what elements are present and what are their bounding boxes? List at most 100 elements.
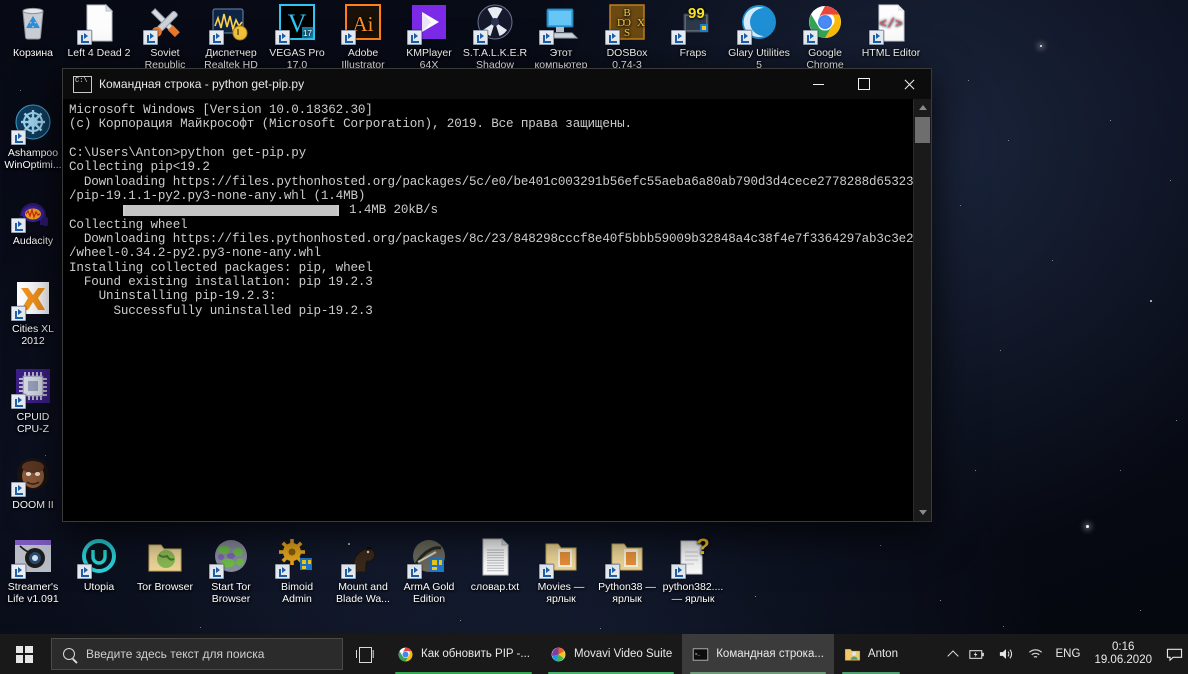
desktop-icon-label: Start Tor xyxy=(211,581,251,593)
desktop-icon[interactable]: ArmA Gold Edition xyxy=(396,536,462,605)
volume-button[interactable] xyxy=(992,634,1021,674)
desktop-icon[interactable]: Диспетчер Realtek HD xyxy=(198,2,264,71)
desktop-icon[interactable]: Bimoid Admin xyxy=(264,536,330,605)
desktop-icon[interactable]: Ai Adobe Illustrator xyxy=(330,2,396,71)
battery-button[interactable] xyxy=(963,634,992,674)
console-line: Successfully uninstalled pip-19.2.3 xyxy=(69,303,373,318)
desktop-icon-label: Mount and xyxy=(338,581,388,593)
adobe-illustrator-icon: Ai xyxy=(341,2,384,45)
notification-icon xyxy=(1166,648,1182,661)
taskbar-button[interactable]: >_ Командная строка... xyxy=(682,634,834,674)
desktop-icon[interactable]: Movies — ярлык xyxy=(528,536,594,605)
desktop-icon[interactable]: Cities XL 2012 xyxy=(0,278,66,347)
shortcut-arrow-icon xyxy=(11,218,26,233)
maximize-icon xyxy=(857,78,870,90)
cities-xl-icon xyxy=(11,278,54,321)
console-output-area[interactable]: Microsoft Windows [Version 10.0.18362.30… xyxy=(63,99,931,521)
progress-bar xyxy=(123,205,339,217)
google-chrome-icon xyxy=(803,2,846,45)
shortcut-arrow-icon xyxy=(605,30,620,45)
desktop-icon[interactable]: Mount and Blade Wa... xyxy=(330,536,396,605)
desktop-icon-label: Audacity xyxy=(12,235,54,247)
search-input[interactable]: Введите здесь текст для поиска xyxy=(51,638,343,670)
desktop-icon[interactable]: Soviet Republic xyxy=(132,2,198,71)
desktop-icon[interactable]: Start Tor Browser xyxy=(198,536,264,605)
notification-center-button[interactable] xyxy=(1160,634,1188,674)
taskbar-button-label: Anton xyxy=(867,648,898,660)
glary-utilities-icon xyxy=(737,2,780,45)
desktop-icon[interactable]: Python38 — ярлык xyxy=(594,536,660,605)
cpuid-cpuz-icon xyxy=(11,366,54,409)
taskbar-button[interactable]: Как обновить PIP -... xyxy=(387,634,540,674)
shortcut-arrow-icon xyxy=(671,30,686,45)
desktop-icon-label: S.T.A.L.K.E.R xyxy=(462,47,528,59)
text-file-icon xyxy=(474,536,516,578)
desktop-icon-label-line2: ярлык xyxy=(546,593,576,605)
mount-and-blade-icon xyxy=(341,536,384,579)
desktop-icon[interactable]: Streamer's Life v1.091 xyxy=(0,536,66,605)
stalker-radiation-icon xyxy=(473,2,516,45)
desktop-icon[interactable]: Google Chrome xyxy=(792,2,858,71)
desktop-icon[interactable]: KMPlayer 64X xyxy=(396,2,462,71)
desktop-icon[interactable]: словар.txt xyxy=(462,536,528,593)
svg-text:?: ? xyxy=(696,536,709,559)
shortcut-arrow-icon xyxy=(209,564,224,579)
desktop-icon[interactable]: CPUID CPU-Z xyxy=(0,366,66,435)
svg-text:</>: </> xyxy=(879,16,903,31)
desktop-icon[interactable]: Этот компьютер xyxy=(528,2,594,71)
desktop-icon-label: python382.... xyxy=(662,581,724,593)
movavi-icon xyxy=(550,646,567,663)
minimize-button[interactable] xyxy=(796,69,841,99)
task-view-button[interactable] xyxy=(343,634,387,674)
desktop-icon-label: Movies — xyxy=(537,581,585,593)
start-button[interactable] xyxy=(0,634,48,674)
window-titlebar[interactable]: Командная строка - python get-pip.py xyxy=(63,69,931,99)
desktop-icon[interactable]: Utopia xyxy=(66,536,132,593)
desktop-icon[interactable]: Audacity xyxy=(0,190,66,247)
desktop-icon[interactable]: Left 4 Dead 2 xyxy=(66,2,132,59)
desktop-icon[interactable]: V 17 VEGAS Pro 17.0 xyxy=(264,2,330,71)
maximize-button[interactable] xyxy=(841,69,886,99)
speaker-icon xyxy=(999,649,1012,659)
taskbar-button[interactable]: Movavi Video Suite xyxy=(540,634,682,674)
shortcut-arrow-icon xyxy=(77,30,92,45)
desktop-icon-label: Bimoid xyxy=(280,581,314,593)
console-line: /pip-19.1.1-py2.py3-none-any.whl (1.4MB) xyxy=(69,189,366,204)
scroll-down-button[interactable] xyxy=(914,504,931,521)
svg-text:X: X xyxy=(637,17,645,29)
desktop-icon[interactable]: 99 Fraps xyxy=(660,2,726,59)
console-line: C:\Users\Anton>python get-pip.py xyxy=(69,146,307,161)
scrollbar-thumb[interactable] xyxy=(915,117,930,143)
shortcut-arrow-icon xyxy=(275,564,290,579)
clock[interactable]: 0:16 19.06.2020 xyxy=(1086,634,1160,674)
desktop-icon[interactable]: Ashampoo WinOptimi... xyxy=(0,102,66,171)
scroll-up-button[interactable] xyxy=(914,99,931,116)
desktop-icon-label: DOSBox xyxy=(606,47,648,59)
close-button[interactable] xyxy=(886,69,931,99)
desktop-icon-label: HTML Editor xyxy=(861,47,921,59)
bimoid-admin-icon xyxy=(275,536,318,579)
desktop-icon-label: DOOM II xyxy=(12,499,54,511)
user-folder-icon xyxy=(844,646,861,663)
svg-text:>_: >_ xyxy=(695,651,701,657)
taskbar-button[interactable]: Anton xyxy=(834,634,908,674)
desktop-icon[interactable]: B O S D X DOSBox 0.74-3 xyxy=(594,2,660,71)
vegas-pro-icon: V 17 xyxy=(275,2,318,45)
command-prompt-window[interactable]: Командная строка - python get-pip.py Mic… xyxy=(62,68,932,522)
console-line: Downloading https://files.pythonhosted.o… xyxy=(69,232,931,247)
desktop-icon-label-line2: — ярлык xyxy=(671,593,715,605)
console-line: (c) Корпорация Майкрософт (Microsoft Cor… xyxy=(69,117,632,132)
fraps-icon: 99 xyxy=(671,2,714,45)
network-button[interactable] xyxy=(1021,634,1050,674)
desktop-icon[interactable]: DOOM II xyxy=(0,454,66,511)
desktop-icon[interactable]: ? python382.... — ярлык xyxy=(660,534,726,605)
desktop-icon[interactable]: Корзина xyxy=(0,2,66,59)
tools-wrench-screwdriver-icon xyxy=(143,2,186,45)
desktop-icon-label: Fraps xyxy=(679,47,707,59)
desktop-icon[interactable]: </> HTML Editor xyxy=(858,2,924,59)
desktop-icon[interactable]: Tor Browser xyxy=(132,536,198,593)
show-hidden-icons-button[interactable] xyxy=(943,634,963,674)
desktop-icon[interactable]: Glary Utilities 5 xyxy=(726,2,792,71)
language-indicator[interactable]: ENG xyxy=(1050,634,1087,674)
console-scrollbar[interactable] xyxy=(913,99,931,521)
